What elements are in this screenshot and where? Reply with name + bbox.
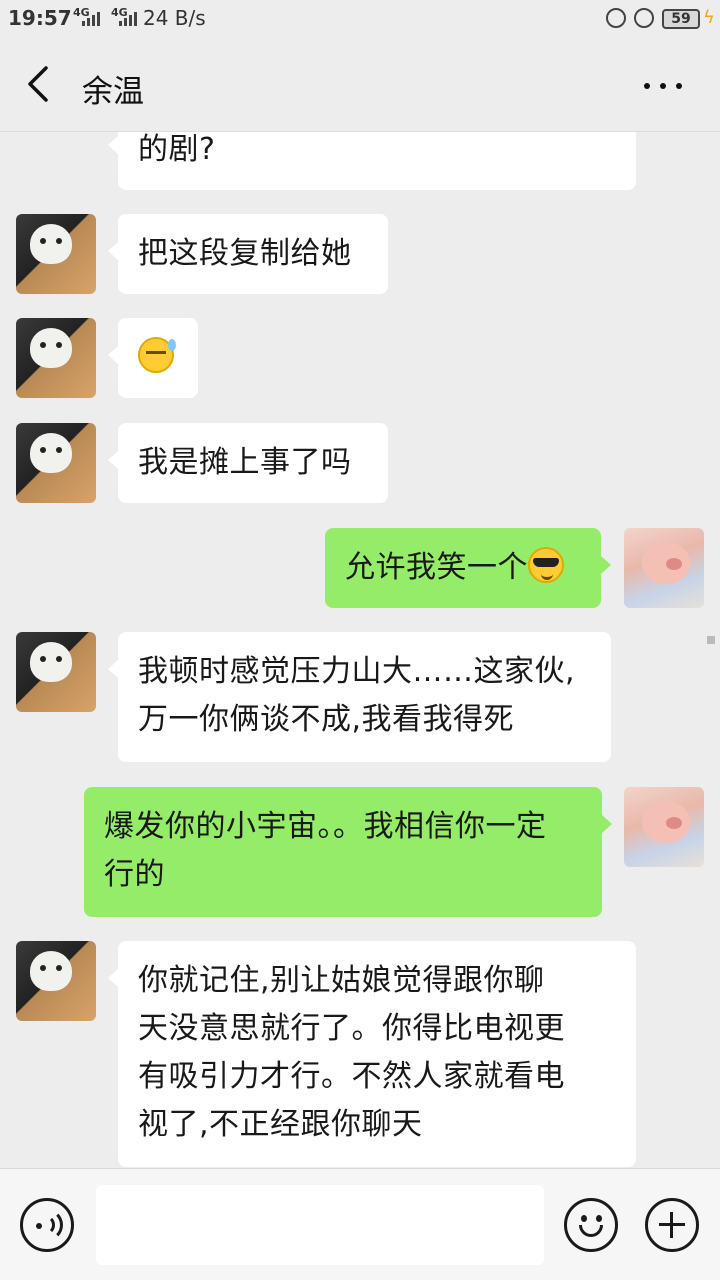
contact-avatar[interactable] [16,423,96,503]
message-bubble-incoming[interactable]: 我顿时感觉压力山大……这家伙, 万一你俩谈不成,我看我得死 [108,632,611,762]
my-avatar[interactable] [624,787,704,867]
message-bubble-incoming[interactable] [108,318,198,398]
message-bubble-incoming[interactable]: 把这段复制给她 [108,214,388,294]
message-text-line: 万一你俩谈不成,我看我得死 [138,702,515,737]
network-speed: 24 B/s [143,6,206,30]
message-text-line: 天没意思就行了。你得比电视更 [138,1011,565,1046]
battery-icon: 59 [662,9,700,29]
message-text-line: 爆发你的小宇宙。。我相信你一定 [104,809,547,844]
sweat-emoji-icon [138,337,176,373]
message-text-line: 有吸引力才行。不然人家就看电 [138,1059,565,1094]
lock-rotation-icon [606,8,626,28]
message-text-line: 行的 [104,857,165,892]
message-input[interactable] [96,1185,544,1265]
message-bubble-incoming[interactable]: 你就记住,别让姑娘觉得跟你聊 天没意思就行了。你得比电视更 有吸引力才行。不然人… [108,941,636,1167]
more-options-icon[interactable] [640,68,686,102]
message-text: 我是摊上事了吗 [138,445,352,480]
sunglasses-emoji-icon [528,547,564,583]
contact-avatar[interactable] [16,632,96,712]
message-bubble-incoming[interactable]: 我是摊上事了吗 [108,423,388,503]
message-text-line: 你就记住,别让姑娘觉得跟你聊 [138,963,545,998]
contact-avatar[interactable] [16,214,96,294]
my-avatar[interactable] [624,528,704,608]
emoji-icon[interactable] [564,1198,618,1252]
message-text-line: 我顿时感觉压力山大……这家伙, [138,654,576,689]
header-overlay: 余温 [0,38,720,132]
input-bar [0,1168,720,1280]
chat-title: 余温 [82,74,144,110]
plus-icon[interactable] [645,1198,699,1252]
message-bubble-outgoing[interactable]: 爆发你的小宇宙。。我相信你一定 行的 [84,787,612,917]
message-bubble-outgoing[interactable]: 允许我笑一个 [325,528,611,608]
back-arrow-icon[interactable] [24,64,60,104]
status-bar: 19:57 4G 4G 24 B/s 59 ϟ [0,0,720,38]
voice-icon[interactable] [20,1198,74,1252]
signal-bars-1-icon [80,10,100,26]
contact-avatar[interactable] [16,318,96,398]
contact-avatar[interactable] [16,941,96,1021]
alarm-icon [634,8,654,28]
status-time: 19:57 [8,6,72,30]
charging-icon: ϟ [703,7,715,28]
scrollbar[interactable] [707,636,715,644]
message-text: 把这段复制给她 [138,236,352,271]
signal-bars-2-icon [117,10,137,26]
message-text: 的剧? [138,132,216,167]
message-text: 允许我笑一个 [345,550,528,585]
message-text-line: 视了,不正经跟你聊天 [138,1107,423,1142]
